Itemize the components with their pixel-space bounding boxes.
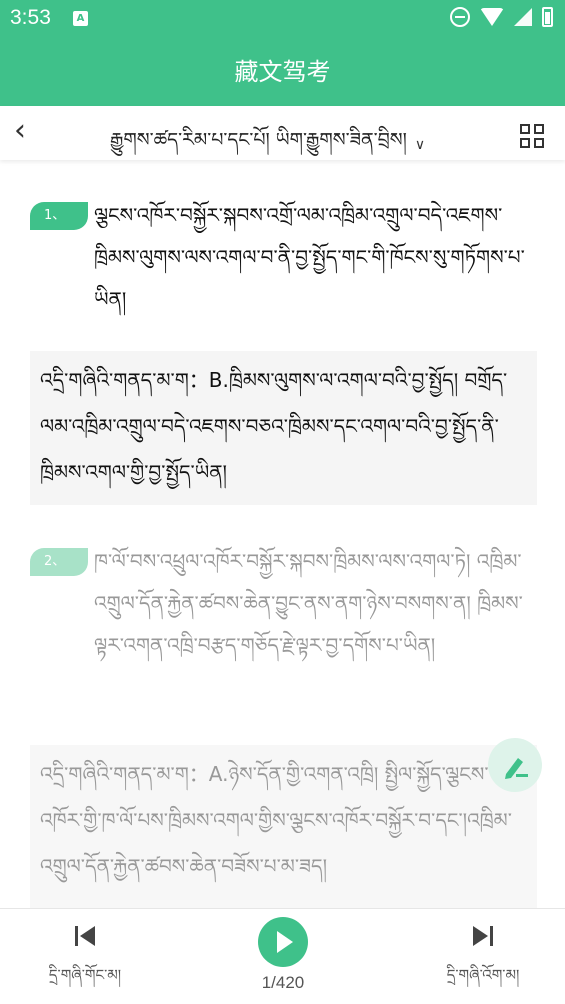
pen-icon xyxy=(505,758,528,779)
question-number-badge: 2、 xyxy=(30,548,88,576)
question-item[interactable]: 1、 ལྕངས་འཁོར་བསྐྱོར་སྐབས་འགྲོ་ལམ་འཁྲིམ་འ… xyxy=(30,194,538,320)
status-time: 3:53 xyxy=(10,6,51,29)
question-text: ལྕངས་འཁོར་བསྐྱོར་སྐབས་འགྲོ་ལམ་འཁྲིམ་འགྲུ… xyxy=(94,203,525,311)
answer-explanation: འདྲི་གཞིའི་གནད་མ་ག：A.ཉེས་དོན་གྱི་འགན་འཁྲ… xyxy=(30,745,537,908)
answer-explanation: འདྲི་གཞིའི་གནད་མ་ག：B.ཁྲིམས་ལུགས་ལ་འགལ་བའ… xyxy=(30,351,537,505)
question-item[interactable]: 2、 ཁ་ལོ་བས་འཕྲུལ་འཁོར་བསྐྱོར་སྐབས་ཁྲིམས་… xyxy=(30,540,538,666)
status-bar: 3:53 A xyxy=(0,0,565,38)
question-number-badge: 1、 xyxy=(30,202,88,230)
battery-icon xyxy=(542,7,553,27)
play-button[interactable] xyxy=(258,917,308,967)
previous-question-button[interactable]: དྲི་གཞི་གོང་མ། xyxy=(40,923,130,1001)
chevron-down-icon: ∨ xyxy=(414,137,426,153)
status-icons xyxy=(450,7,553,27)
edit-note-button[interactable] xyxy=(488,738,542,792)
cell-signal-icon xyxy=(514,8,532,26)
bottom-bar: དྲི་གཞི་གོང་མ། 1/420 དྲི་གཞི་འོག་མ། xyxy=(0,908,565,1004)
next-question-button[interactable]: དྲི་གཞི་འོག་མ། xyxy=(438,923,528,1001)
wifi-icon xyxy=(480,8,504,26)
chevron-left-icon: ‹ xyxy=(14,113,26,148)
app-header: 3:53 A 藏文驾考 xyxy=(0,0,565,106)
previous-question-label: དྲི་གཞི་གོང་མ། xyxy=(48,966,122,984)
grid-icon[interactable] xyxy=(520,124,544,148)
skip-previous-icon xyxy=(75,926,95,946)
question-list: 1、 ལྕངས་འཁོར་བསྐྱོར་སྐབས་འགྲོ་ལམ་འཁྲིམ་འ… xyxy=(0,160,565,908)
chapter-nav: ‹ རྒྱུགས་ཚད་རིམ་པ་དང་པོ། ཡིག་རྒྱུགས་ཟིན་… xyxy=(0,106,565,160)
skip-next-icon xyxy=(473,926,493,946)
app-title: 藏文驾考 xyxy=(234,58,331,86)
next-question-label: དྲི་གཞི་འོག་མ། xyxy=(446,966,520,984)
question-counter: 1/420 xyxy=(261,973,305,992)
sim-icon: A xyxy=(73,11,88,26)
question-text: ཁ་ལོ་བས་འཕྲུལ་འཁོར་བསྐྱོར་སྐབས་ཁྲིམས་ལས་… xyxy=(94,549,523,657)
do-not-disturb-icon xyxy=(450,7,470,27)
back-button[interactable]: ‹ xyxy=(14,116,26,146)
